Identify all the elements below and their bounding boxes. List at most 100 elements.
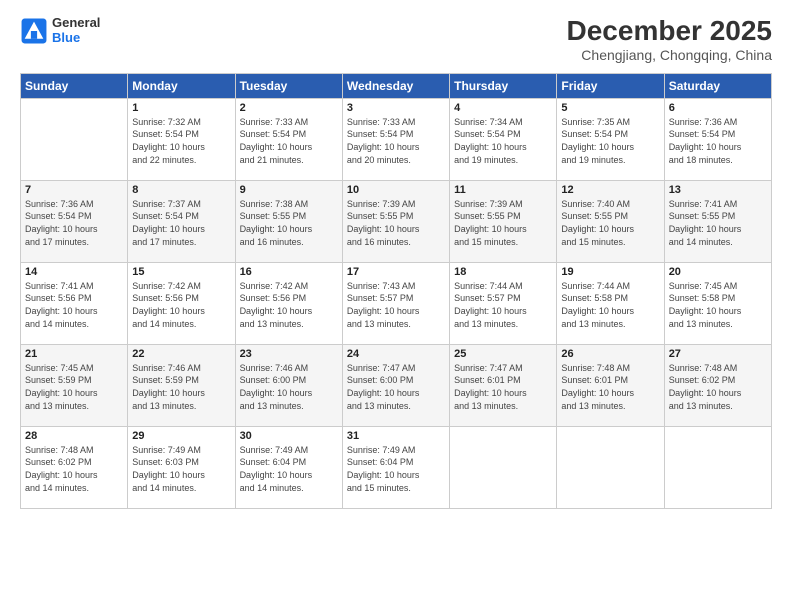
header-monday: Monday	[128, 73, 235, 98]
calendar-cell: 25Sunrise: 7:47 AM Sunset: 6:01 PM Dayli…	[450, 344, 557, 426]
day-info: Sunrise: 7:40 AM Sunset: 5:55 PM Dayligh…	[561, 198, 659, 248]
page-header: General Blue December 2025 Chengjiang, C…	[20, 16, 772, 63]
day-info: Sunrise: 7:33 AM Sunset: 5:54 PM Dayligh…	[347, 116, 445, 166]
day-info: Sunrise: 7:34 AM Sunset: 5:54 PM Dayligh…	[454, 116, 552, 166]
calendar-table: SundayMondayTuesdayWednesdayThursdayFrid…	[20, 73, 772, 509]
day-info: Sunrise: 7:37 AM Sunset: 5:54 PM Dayligh…	[132, 198, 230, 248]
day-number: 31	[347, 430, 445, 442]
day-number: 4	[454, 102, 552, 114]
day-info: Sunrise: 7:43 AM Sunset: 5:57 PM Dayligh…	[347, 280, 445, 330]
day-info: Sunrise: 7:38 AM Sunset: 5:55 PM Dayligh…	[240, 198, 338, 248]
day-info: Sunrise: 7:49 AM Sunset: 6:04 PM Dayligh…	[240, 444, 338, 494]
calendar-cell: 7 Sunrise: 7:36 AM Sunset: 5:54 PM Daylig…	[21, 180, 128, 262]
calendar-page: General Blue December 2025 Chengjiang, C…	[0, 0, 792, 612]
calendar-cell: 5 Sunrise: 7:35 AM Sunset: 5:54 PM Daylig…	[557, 98, 664, 180]
calendar-cell: 6Sunrise: 7:36 AM Sunset: 5:54 PM Daylig…	[664, 98, 771, 180]
calendar-cell: 28Sunrise: 7:48 AM Sunset: 6:02 PM Dayli…	[21, 426, 128, 508]
month-title: December 2025	[567, 16, 772, 47]
calendar-cell	[450, 426, 557, 508]
day-number: 19	[561, 266, 659, 278]
calendar-cell: 31 Sunrise: 7:49 AM Sunset: 6:04 PM Dayli…	[342, 426, 449, 508]
day-number: 21	[25, 348, 123, 360]
title-block: December 2025 Chengjiang, Chongqing, Chi…	[567, 16, 772, 63]
calendar-cell: 2 Sunrise: 7:33 AM Sunset: 5:54 PM Daylig…	[235, 98, 342, 180]
header-thursday: Thursday	[450, 73, 557, 98]
day-info: Sunrise: 7:39 AM Sunset: 5:55 PM Dayligh…	[347, 198, 445, 248]
day-number: 9	[240, 184, 338, 196]
day-info: Sunrise: 7:44 AM Sunset: 5:57 PM Dayligh…	[454, 280, 552, 330]
day-number: 7	[25, 184, 123, 196]
day-info: Sunrise: 7:48 AM Sunset: 6:02 PM Dayligh…	[25, 444, 123, 494]
day-number: 18	[454, 266, 552, 278]
calendar-cell: 11 Sunrise: 7:39 AM Sunset: 5:55 PM Dayli…	[450, 180, 557, 262]
day-info: Sunrise: 7:49 AM Sunset: 6:03 PM Dayligh…	[132, 444, 230, 494]
calendar-cell: 23 Sunrise: 7:46 AM Sunset: 6:00 PM Dayli…	[235, 344, 342, 426]
day-number: 8	[132, 184, 230, 196]
calendar-cell	[557, 426, 664, 508]
day-number: 3	[347, 102, 445, 114]
day-number: 23	[240, 348, 338, 360]
day-number: 29	[132, 430, 230, 442]
calendar-cell: 27Sunrise: 7:48 AM Sunset: 6:02 PM Dayli…	[664, 344, 771, 426]
day-info: Sunrise: 7:41 AM Sunset: 5:56 PM Dayligh…	[25, 280, 123, 330]
day-info: Sunrise: 7:47 AM Sunset: 6:00 PM Dayligh…	[347, 362, 445, 412]
day-info: Sunrise: 7:46 AM Sunset: 5:59 PM Dayligh…	[132, 362, 230, 412]
day-info: Sunrise: 7:42 AM Sunset: 5:56 PM Dayligh…	[240, 280, 338, 330]
day-number: 26	[561, 348, 659, 360]
day-info: Sunrise: 7:49 AM Sunset: 6:04 PM Dayligh…	[347, 444, 445, 494]
calendar-cell: 24Sunrise: 7:47 AM Sunset: 6:00 PM Dayli…	[342, 344, 449, 426]
day-info: Sunrise: 7:48 AM Sunset: 6:02 PM Dayligh…	[669, 362, 767, 412]
day-info: Sunrise: 7:32 AM Sunset: 5:54 PM Dayligh…	[132, 116, 230, 166]
calendar-week-2: 7 Sunrise: 7:36 AM Sunset: 5:54 PM Daylig…	[21, 180, 772, 262]
day-number: 30	[240, 430, 338, 442]
calendar-cell: 3 Sunrise: 7:33 AM Sunset: 5:54 PM Daylig…	[342, 98, 449, 180]
day-info: Sunrise: 7:41 AM Sunset: 5:55 PM Dayligh…	[669, 198, 767, 248]
day-number: 13	[669, 184, 767, 196]
calendar-cell: 15 Sunrise: 7:42 AM Sunset: 5:56 PM Dayli…	[128, 262, 235, 344]
day-info: Sunrise: 7:39 AM Sunset: 5:55 PM Dayligh…	[454, 198, 552, 248]
day-info: Sunrise: 7:42 AM Sunset: 5:56 PM Dayligh…	[132, 280, 230, 330]
calendar-week-1: 1Sunrise: 7:32 AM Sunset: 5:54 PM Daylig…	[21, 98, 772, 180]
header-friday: Friday	[557, 73, 664, 98]
header-wednesday: Wednesday	[342, 73, 449, 98]
calendar-cell: 10 Sunrise: 7:39 AM Sunset: 5:55 PM Dayli…	[342, 180, 449, 262]
calendar-cell: 19 Sunrise: 7:44 AM Sunset: 5:58 PM Dayli…	[557, 262, 664, 344]
day-number: 11	[454, 184, 552, 196]
day-number: 22	[132, 348, 230, 360]
day-number: 10	[347, 184, 445, 196]
header-sunday: Sunday	[21, 73, 128, 98]
calendar-cell: 9 Sunrise: 7:38 AM Sunset: 5:55 PM Daylig…	[235, 180, 342, 262]
day-info: Sunrise: 7:36 AM Sunset: 5:54 PM Dayligh…	[25, 198, 123, 248]
calendar-cell: 29 Sunrise: 7:49 AM Sunset: 6:03 PM Dayli…	[128, 426, 235, 508]
day-number: 15	[132, 266, 230, 278]
calendar-cell: 26Sunrise: 7:48 AM Sunset: 6:01 PM Dayli…	[557, 344, 664, 426]
calendar-cell: 12Sunrise: 7:40 AM Sunset: 5:55 PM Dayli…	[557, 180, 664, 262]
logo-icon	[20, 17, 48, 45]
day-info: Sunrise: 7:35 AM Sunset: 5:54 PM Dayligh…	[561, 116, 659, 166]
calendar-cell	[664, 426, 771, 508]
day-info: Sunrise: 7:33 AM Sunset: 5:54 PM Dayligh…	[240, 116, 338, 166]
header-tuesday: Tuesday	[235, 73, 342, 98]
calendar-cell: 18 Sunrise: 7:44 AM Sunset: 5:57 PM Dayli…	[450, 262, 557, 344]
day-info: Sunrise: 7:46 AM Sunset: 6:00 PM Dayligh…	[240, 362, 338, 412]
calendar-cell: 22 Sunrise: 7:46 AM Sunset: 5:59 PM Dayli…	[128, 344, 235, 426]
calendar-cell	[21, 98, 128, 180]
location: Chengjiang, Chongqing, China	[567, 47, 772, 63]
day-number: 14	[25, 266, 123, 278]
calendar-cell: 4 Sunrise: 7:34 AM Sunset: 5:54 PM Daylig…	[450, 98, 557, 180]
logo-blue: Blue	[52, 31, 100, 46]
day-number: 2	[240, 102, 338, 114]
calendar-cell: 16 Sunrise: 7:42 AM Sunset: 5:56 PM Dayli…	[235, 262, 342, 344]
day-number: 25	[454, 348, 552, 360]
day-info: Sunrise: 7:45 AM Sunset: 5:58 PM Dayligh…	[669, 280, 767, 330]
calendar-week-3: 14 Sunrise: 7:41 AM Sunset: 5:56 PM Dayli…	[21, 262, 772, 344]
day-number: 6	[669, 102, 767, 114]
day-number: 16	[240, 266, 338, 278]
day-info: Sunrise: 7:45 AM Sunset: 5:59 PM Dayligh…	[25, 362, 123, 412]
day-info: Sunrise: 7:44 AM Sunset: 5:58 PM Dayligh…	[561, 280, 659, 330]
day-number: 5	[561, 102, 659, 114]
header-saturday: Saturday	[664, 73, 771, 98]
day-number: 20	[669, 266, 767, 278]
calendar-cell: 20 Sunrise: 7:45 AM Sunset: 5:58 PM Dayli…	[664, 262, 771, 344]
calendar-cell: 17Sunrise: 7:43 AM Sunset: 5:57 PM Dayli…	[342, 262, 449, 344]
